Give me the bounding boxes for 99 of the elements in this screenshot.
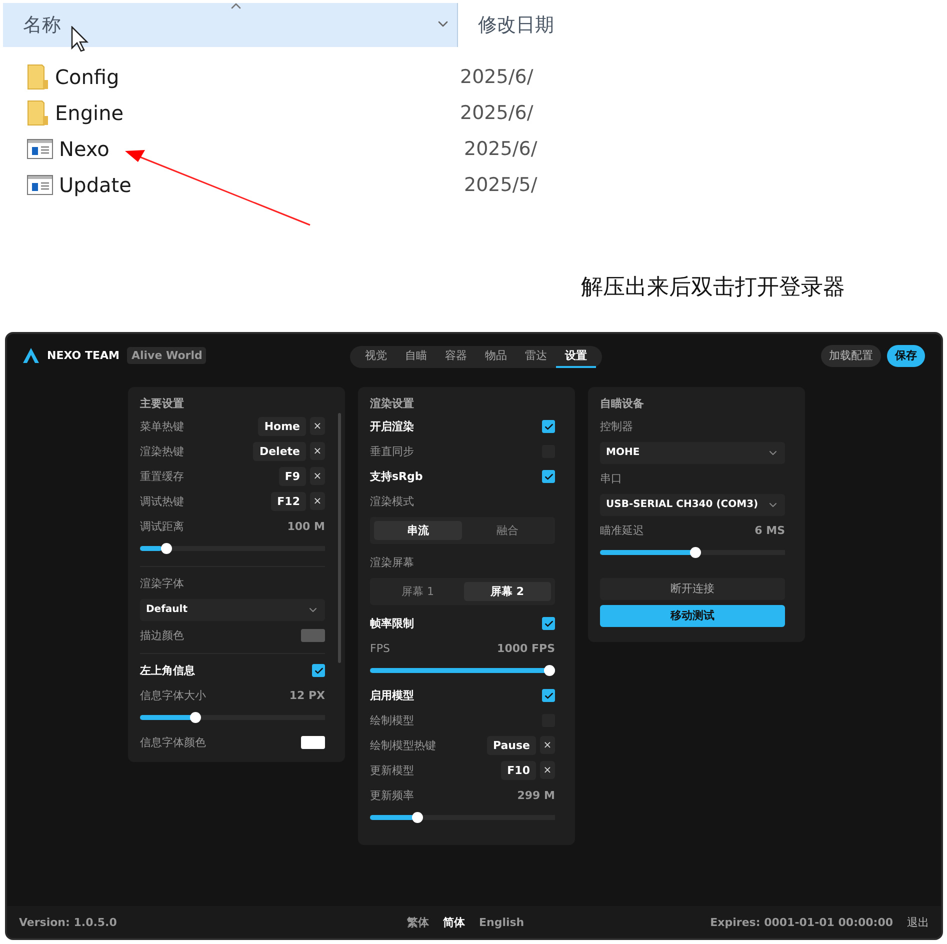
- section-label: 串口: [600, 471, 622, 486]
- setting-label: 更新模型: [370, 763, 414, 778]
- panel-button[interactable]: 断开连接: [600, 578, 785, 600]
- panel-title: 渲染设置: [370, 396, 415, 412]
- setting-label: 更新频率: [370, 788, 414, 804]
- clear-button[interactable]: ×: [310, 417, 325, 436]
- nav-tab[interactable]: 容器: [436, 346, 476, 368]
- clear-button[interactable]: ×: [310, 442, 325, 460]
- file-date: 2025/6/: [460, 102, 534, 124]
- hotkey-value[interactable]: F10: [501, 761, 536, 780]
- nav-tab[interactable]: 设置: [556, 346, 596, 368]
- setting-label: 瞄准延迟: [600, 523, 644, 538]
- setting-label: 信息字体颜色: [140, 735, 206, 750]
- slider-thumb[interactable]: [190, 712, 202, 723]
- language-option[interactable]: English: [479, 914, 524, 930]
- checkbox[interactable]: [312, 664, 325, 678]
- segment-option[interactable]: 屏幕 1: [374, 582, 462, 601]
- clear-button[interactable]: ×: [540, 736, 555, 754]
- setting-label: 左上角信息: [140, 663, 195, 678]
- segment-option[interactable]: 屏幕 2: [464, 582, 551, 601]
- window-icon: [27, 139, 53, 159]
- language-option[interactable]: 繁体: [407, 914, 429, 930]
- setting-label: 支持sRgb: [370, 469, 423, 484]
- checkbox[interactable]: [542, 689, 555, 702]
- nav-tab[interactable]: 雷达: [516, 346, 556, 368]
- panel-title: 主要设置: [140, 396, 185, 412]
- slider-thumb[interactable]: [544, 664, 555, 676]
- setting-label: 帧率限制: [370, 616, 414, 632]
- slider-reading: 12 PX: [289, 689, 325, 702]
- slider-reading: 100 M: [287, 520, 325, 534]
- caption-text: 解压出来后双击打开登录器: [581, 274, 845, 302]
- setting-label: 开启渲染: [370, 419, 414, 434]
- language-option[interactable]: 简体: [443, 914, 465, 930]
- slider-thumb[interactable]: [412, 812, 423, 823]
- segment-option[interactable]: 融合: [464, 520, 551, 540]
- mouse-pointer-icon: [71, 26, 91, 52]
- expiry-text: Expires: 0001-01-01 00:00:00: [710, 916, 893, 929]
- logo-icon: [23, 348, 39, 364]
- folder-icon: [27, 100, 49, 126]
- checkbox[interactable]: [542, 617, 555, 630]
- clear-button[interactable]: ×: [540, 761, 555, 780]
- setting-label: 启用模型: [370, 688, 414, 704]
- hotkey-value[interactable]: F12: [271, 492, 306, 512]
- section-label: 渲染屏幕: [370, 555, 414, 570]
- setting-label: 重置缓存: [140, 469, 184, 484]
- panel-button[interactable]: 移动测试: [600, 604, 785, 627]
- section-label: 控制器: [600, 419, 633, 434]
- color-swatch[interactable]: [301, 629, 325, 642]
- nav-tab[interactable]: 物品: [476, 346, 516, 368]
- header-button[interactable]: 保存: [887, 344, 925, 367]
- setting-label: 调试热键: [140, 494, 184, 510]
- dropdown[interactable]: MOHE: [600, 442, 785, 464]
- segment-option[interactable]: 串流: [374, 520, 462, 540]
- folder-icon: [27, 64, 49, 90]
- setting-label: 绘制模型: [370, 713, 414, 728]
- header-button[interactable]: 加载配置: [821, 344, 881, 367]
- slider-reading: 6 MS: [754, 524, 785, 538]
- file-name[interactable]: Engine: [55, 101, 460, 125]
- column-header[interactable]: 名称: [3, 3, 458, 47]
- section-label: 渲染字体: [140, 576, 184, 592]
- panel-title: 自瞄设备: [600, 396, 645, 412]
- hotkey-value[interactable]: Delete: [253, 442, 306, 462]
- slider-thumb[interactable]: [690, 546, 702, 558]
- nav-tab[interactable]: 视觉: [356, 346, 396, 368]
- window-icon: [27, 175, 53, 195]
- scrollbar[interactable]: [338, 412, 341, 663]
- color-swatch[interactable]: [301, 736, 325, 750]
- slider-reading: 299 M: [517, 789, 555, 802]
- file-name[interactable]: Update: [59, 173, 464, 197]
- setting-label: 菜单热键: [140, 419, 184, 434]
- setting-label: 渲染热键: [140, 444, 184, 460]
- slider-thumb[interactable]: [160, 542, 172, 554]
- dropdown[interactable]: USB-SERIAL CH340 (COM3): [600, 494, 785, 516]
- file-date: 2025/6/: [464, 138, 538, 160]
- brand-name: NEXO TEAM: [47, 349, 120, 362]
- clear-button[interactable]: ×: [310, 467, 325, 486]
- setting-label: 绘制模型热键: [370, 738, 436, 754]
- file-name[interactable]: Nexo: [59, 137, 464, 161]
- hotkey-value[interactable]: Pause: [486, 736, 536, 756]
- checkbox[interactable]: [542, 420, 555, 434]
- version-text: Version: 1.0.5.0: [19, 916, 117, 929]
- section-label: 渲染模式: [370, 494, 414, 510]
- checkbox[interactable]: [542, 470, 555, 484]
- setting-label: 信息字体大小: [140, 688, 206, 704]
- nav-tab[interactable]: 自瞄: [396, 346, 436, 368]
- logout-link[interactable]: 退出: [907, 914, 929, 930]
- slider-reading: 1000 FPS: [497, 642, 555, 656]
- setting-label: 垂直同步: [370, 444, 414, 460]
- setting-label: FPS: [370, 642, 390, 656]
- file-date: 2025/5/: [464, 174, 538, 196]
- file-name[interactable]: Config: [55, 65, 460, 89]
- setting-label: 描边颜色: [140, 628, 184, 644]
- world-badge: Alive World: [127, 347, 206, 364]
- clear-button[interactable]: ×: [310, 492, 325, 510]
- hotkey-value[interactable]: Home: [258, 417, 306, 436]
- hotkey-value[interactable]: F9: [278, 467, 306, 486]
- file-date: 2025/6/: [460, 66, 534, 88]
- dropdown[interactable]: Default: [140, 598, 325, 621]
- setting-label: 调试距离: [140, 519, 184, 534]
